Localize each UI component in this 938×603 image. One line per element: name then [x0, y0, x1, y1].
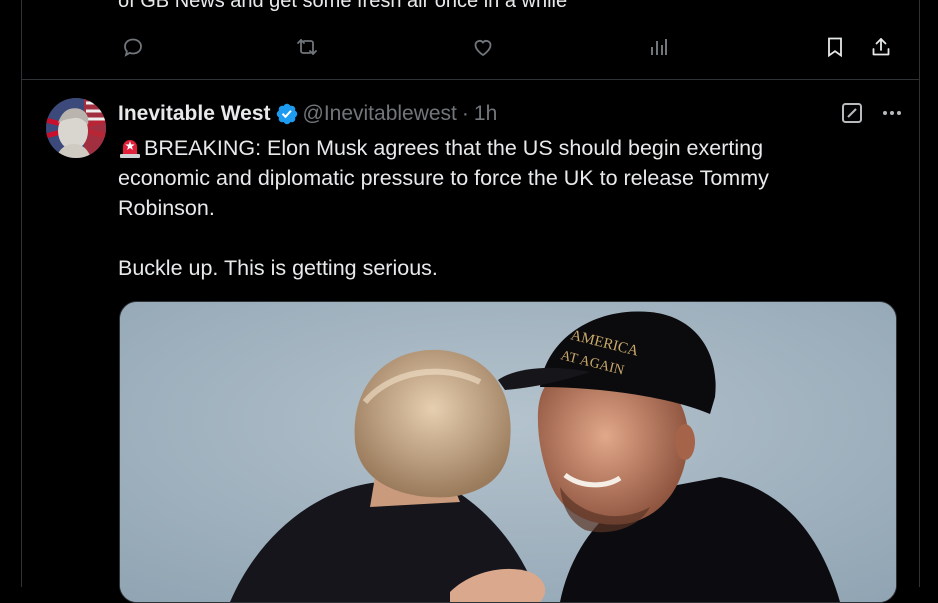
rotating-light-emoji-icon: [120, 140, 140, 158]
tweet-text: BREAKING: Elon Musk agrees that the US s…: [118, 133, 818, 283]
reply-icon[interactable]: [118, 32, 148, 62]
views-icon[interactable]: [644, 32, 674, 62]
previous-tweet-text: of GB News and get some fresh air once i…: [118, 0, 568, 12]
share-icon[interactable]: [866, 32, 896, 62]
like-icon[interactable]: [468, 32, 498, 62]
display-name[interactable]: Inevitable West: [118, 102, 271, 126]
timestamp[interactable]: 1h: [474, 102, 497, 126]
tweet-paragraph-1: BREAKING: Elon Musk agrees that the US s…: [118, 133, 818, 223]
verified-badge-icon: [276, 103, 297, 125]
bookmark-icon[interactable]: [820, 32, 850, 62]
photo-illustration: AMERICA AT AGAIN: [120, 302, 896, 602]
tweet-divider: [22, 79, 919, 80]
tweet-header: Inevitable West @Inevitablewest · 1h: [118, 100, 497, 128]
more-options-icon[interactable]: [879, 100, 905, 126]
tweet-media-photo[interactable]: AMERICA AT AGAIN: [119, 301, 897, 603]
separator-dot: ·: [461, 102, 469, 125]
previous-tweet-action-bar: [22, 32, 919, 62]
tweet-top-actions: [839, 100, 905, 126]
timeline: of GB News and get some fresh air once i…: [21, 0, 920, 603]
avatar[interactable]: [46, 98, 106, 158]
tweet-paragraph-2: Buckle up. This is getting serious.: [118, 256, 438, 280]
grok-icon[interactable]: [839, 100, 865, 126]
handle[interactable]: @Inevitablewest: [303, 102, 457, 126]
retweet-icon[interactable]: [292, 32, 322, 62]
tweet-paragraph-1-text: BREAKING: Elon Musk agrees that the US s…: [118, 136, 769, 220]
